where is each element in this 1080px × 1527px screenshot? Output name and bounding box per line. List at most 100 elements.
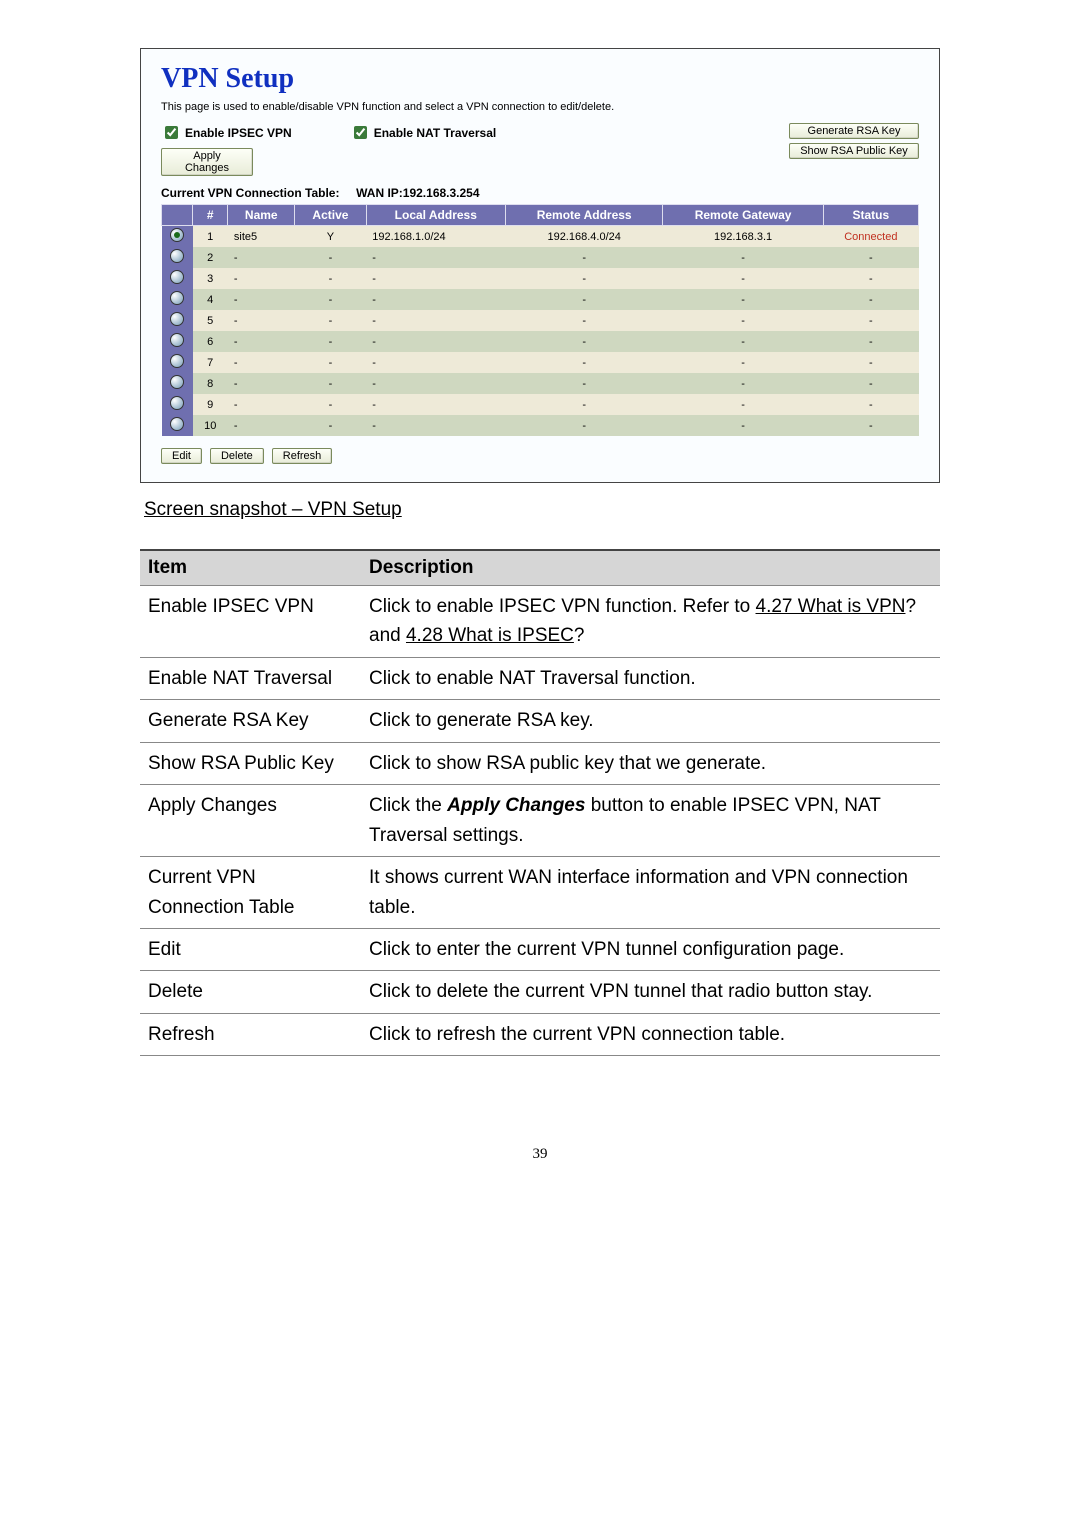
edit-button[interactable]: Edit <box>161 448 202 464</box>
desc-row: Generate RSA KeyClick to generate RSA ke… <box>140 700 940 742</box>
desc-header-desc: Description <box>361 550 940 586</box>
table-row: 2------ <box>162 247 919 268</box>
desc-item: Edit <box>140 928 361 970</box>
cell-laddr: - <box>366 394 505 415</box>
table-row: 1site5Y192.168.1.0/24192.168.4.0/24192.1… <box>162 226 919 248</box>
desc-text: Click to delete the current VPN tunnel t… <box>361 971 940 1013</box>
row-radio[interactable] <box>170 417 184 431</box>
vpn-desc: This page is used to enable/disable VPN … <box>161 101 919 113</box>
desc-item: Enable NAT Traversal <box>140 657 361 699</box>
refresh-button[interactable]: Refresh <box>272 448 333 464</box>
apply-changes-button[interactable]: Apply Changes <box>161 148 253 176</box>
row-radio[interactable] <box>170 249 184 263</box>
desc-text: Click to refresh the current VPN connect… <box>361 1013 940 1055</box>
desc-item: Refresh <box>140 1013 361 1055</box>
row-radio[interactable] <box>170 291 184 305</box>
table-row: 4------ <box>162 289 919 310</box>
table-row: 5------ <box>162 310 919 331</box>
enable-ipsec-checkbox[interactable]: Enable IPSEC VPN <box>161 123 292 142</box>
cell-laddr: - <box>366 373 505 394</box>
cell-name: - <box>228 331 295 352</box>
enable-ipsec-input[interactable] <box>165 126 178 139</box>
cell-n: 8 <box>193 373 228 394</box>
table-row: 7------ <box>162 352 919 373</box>
cell-raddr: - <box>505 352 663 373</box>
generate-rsa-button[interactable]: Generate RSA Key <box>789 123 919 139</box>
desc-header-item: Item <box>140 550 361 586</box>
cell-rgw: - <box>663 268 823 289</box>
cell-laddr: - <box>366 352 505 373</box>
cell-raddr: - <box>505 415 663 436</box>
col-num: # <box>193 205 228 226</box>
desc-item: Show RSA Public Key <box>140 742 361 784</box>
desc-row: RefreshClick to refresh the current VPN … <box>140 1013 940 1055</box>
vpn-title: VPN Setup <box>161 63 919 95</box>
desc-item: Generate RSA Key <box>140 700 361 742</box>
row-radio[interactable] <box>170 228 184 242</box>
desc-text: It shows current WAN interface informati… <box>361 857 940 929</box>
cell-n: 6 <box>193 331 228 352</box>
cell-active: - <box>295 289 367 310</box>
row-radio[interactable] <box>170 333 184 347</box>
cell-raddr: - <box>505 373 663 394</box>
desc-row: Current VPN Connection TableIt shows cur… <box>140 857 940 929</box>
row-radio[interactable] <box>170 354 184 368</box>
desc-item: Apply Changes <box>140 785 361 857</box>
desc-item: Enable IPSEC VPN <box>140 586 361 658</box>
cell-rgw: - <box>663 310 823 331</box>
cell-n: 3 <box>193 268 228 289</box>
cell-n: 5 <box>193 310 228 331</box>
cell-rgw: - <box>663 352 823 373</box>
desc-text: Click to enable IPSEC VPN function. Refe… <box>361 586 940 658</box>
desc-text: Click to enter the current VPN tunnel co… <box>361 928 940 970</box>
cell-n: 10 <box>193 415 228 436</box>
cell-rgw: - <box>663 394 823 415</box>
cell-status: - <box>823 310 918 331</box>
cell-name: - <box>228 415 295 436</box>
desc-row: Apply ChangesClick the Apply Changes but… <box>140 785 940 857</box>
cell-n: 7 <box>193 352 228 373</box>
cell-active: - <box>295 331 367 352</box>
cell-name: - <box>228 268 295 289</box>
desc-row: EditClick to enter the current VPN tunne… <box>140 928 940 970</box>
cell-name: - <box>228 394 295 415</box>
desc-text: Click to generate RSA key. <box>361 700 940 742</box>
table-row: 9------ <box>162 394 919 415</box>
cell-raddr: 192.168.4.0/24 <box>505 226 663 248</box>
cell-rgw: - <box>663 415 823 436</box>
cell-status: - <box>823 268 918 289</box>
desc-text: Click the Apply Changes button to enable… <box>361 785 940 857</box>
col-name: Name <box>228 205 295 226</box>
cell-name: site5 <box>228 226 295 248</box>
col-active: Active <box>295 205 367 226</box>
delete-button[interactable]: Delete <box>210 448 264 464</box>
wan-ip-label: WAN IP:192.168.3.254 <box>356 186 479 200</box>
cell-status: Connected <box>823 226 918 248</box>
desc-item: Delete <box>140 971 361 1013</box>
cell-name: - <box>228 310 295 331</box>
table-row: 8------ <box>162 373 919 394</box>
page-number: 39 <box>140 1146 940 1163</box>
cell-status: - <box>823 289 918 310</box>
cell-active: - <box>295 310 367 331</box>
row-radio[interactable] <box>170 312 184 326</box>
vpn-setup-screenshot: VPN Setup This page is used to enable/di… <box>140 48 940 483</box>
row-radio[interactable] <box>170 396 184 410</box>
conn-table-label: Current VPN Connection Table: <box>161 186 339 200</box>
desc-text: Click to enable NAT Traversal function. <box>361 657 940 699</box>
cell-status: - <box>823 373 918 394</box>
cell-n: 1 <box>193 226 228 248</box>
cell-active: - <box>295 268 367 289</box>
cell-rgw: - <box>663 331 823 352</box>
row-radio[interactable] <box>170 270 184 284</box>
enable-nat-input[interactable] <box>354 126 367 139</box>
table-row: 10------ <box>162 415 919 436</box>
show-rsa-button[interactable]: Show RSA Public Key <box>789 143 919 159</box>
cell-rgw: - <box>663 373 823 394</box>
row-radio[interactable] <box>170 375 184 389</box>
enable-nat-checkbox[interactable]: Enable NAT Traversal <box>350 123 497 142</box>
cell-active: Y <box>295 226 367 248</box>
cell-rgw: - <box>663 247 823 268</box>
col-laddr: Local Address <box>366 205 505 226</box>
cell-laddr: - <box>366 268 505 289</box>
